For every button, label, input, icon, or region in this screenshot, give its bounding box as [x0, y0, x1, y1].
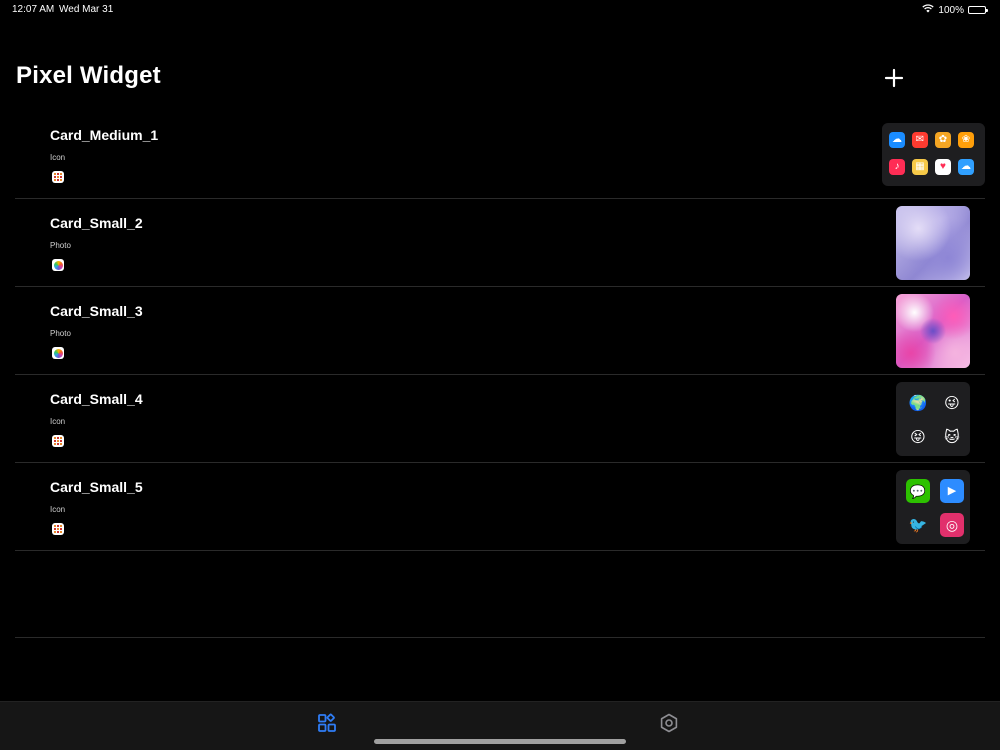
twitter-bird-icon: 🐦 [908, 516, 928, 534]
health-heart-icon: ♥ [935, 159, 951, 175]
weather-blue-icon: ☁ [958, 159, 974, 175]
status-time: 12:07 AM [12, 4, 55, 15]
photos-icon: ❀ [958, 132, 974, 148]
pixel-wink-face-icon: 😜 [944, 394, 960, 412]
list-bottom-divider [15, 637, 985, 638]
widget-preview-small: 🌍 😜 😝 🐱 [896, 382, 970, 456]
plus-icon [884, 68, 904, 88]
widget-row[interactable]: Card_Small_3 Photo [15, 287, 985, 375]
wifi-icon [922, 4, 935, 16]
widget-row[interactable]: Card_Small_4 Icon 🌍 😜 😝 🐱 [15, 375, 985, 463]
mail-red-icon: ✉ [912, 132, 928, 148]
widget-kind: Icon [50, 505, 66, 514]
widget-name: Card_Small_4 [50, 391, 143, 407]
sunflower-icon: ✿ [935, 132, 951, 148]
widget-row[interactable]: Card_Small_5 Icon 💬 ▶ 🐦 ◎ [15, 463, 985, 551]
tab-widgets[interactable] [316, 712, 338, 734]
icon-grid-icon [52, 523, 64, 535]
home-indicator [374, 739, 626, 744]
widget-row[interactable]: Card_Small_2 Photo [15, 199, 985, 287]
add-widget-button[interactable] [880, 64, 908, 92]
widget-name: Card_Small_5 [50, 479, 143, 495]
widget-preview-medium: ☁ ✉ ✿ ❀ ♪ ▦ ♥ ☁ [882, 123, 985, 186]
icon-grid-icon [52, 171, 64, 183]
weather-cloud-icon: ☁ [889, 132, 905, 148]
zoom-video-icon: ▶ [940, 479, 964, 503]
widget-kind: Photo [50, 329, 71, 338]
pixel-globe-icon: 🌍 [908, 394, 928, 412]
widget-name: Card_Small_2 [50, 215, 143, 231]
photos-icon [52, 259, 64, 271]
pink-photo-image [896, 294, 970, 368]
widget-kind: Icon [50, 417, 66, 426]
widget-kind: Icon [50, 153, 66, 162]
widget-preview-photo [896, 294, 970, 368]
battery-icon [968, 6, 988, 14]
pixel-tongue-face-icon: 😝 [910, 428, 926, 446]
notes-yellow-icon: ▦ [912, 159, 928, 175]
purple-photo-image [896, 206, 970, 280]
widget-row[interactable]: Card_Medium_1 Icon ☁ ✉ ✿ ❀ ♪ ▦ ♥ ☁ [15, 111, 985, 199]
widgets-grid-icon [318, 713, 336, 732]
status-bar: 12:07 AM Wed Mar 31 100% [0, 0, 1000, 20]
widget-name: Card_Medium_1 [50, 127, 159, 143]
wechat-icon: 💬 [906, 479, 930, 503]
status-right: 100% [922, 4, 988, 16]
widget-preview-small: 💬 ▶ 🐦 ◎ [896, 470, 970, 544]
widget-list: Card_Medium_1 Icon ☁ ✉ ✿ ❀ ♪ ▦ ♥ ☁ Card_… [15, 111, 985, 551]
photos-icon [52, 347, 64, 359]
widget-preview-photo [896, 206, 970, 280]
widget-name: Card_Small_3 [50, 303, 143, 319]
tab-settings[interactable] [658, 712, 680, 734]
pixel-cat-icon: 🐱 [944, 428, 960, 446]
hexagon-settings-icon [660, 713, 678, 733]
widget-kind: Photo [50, 241, 71, 250]
music-icon: ♪ [889, 159, 905, 175]
battery-percent: 100% [938, 4, 964, 16]
status-date: Wed Mar 31 [59, 4, 114, 15]
instagram-icon: ◎ [940, 513, 964, 537]
page-title: Pixel Widget [16, 62, 161, 89]
icon-grid-icon [52, 435, 64, 447]
